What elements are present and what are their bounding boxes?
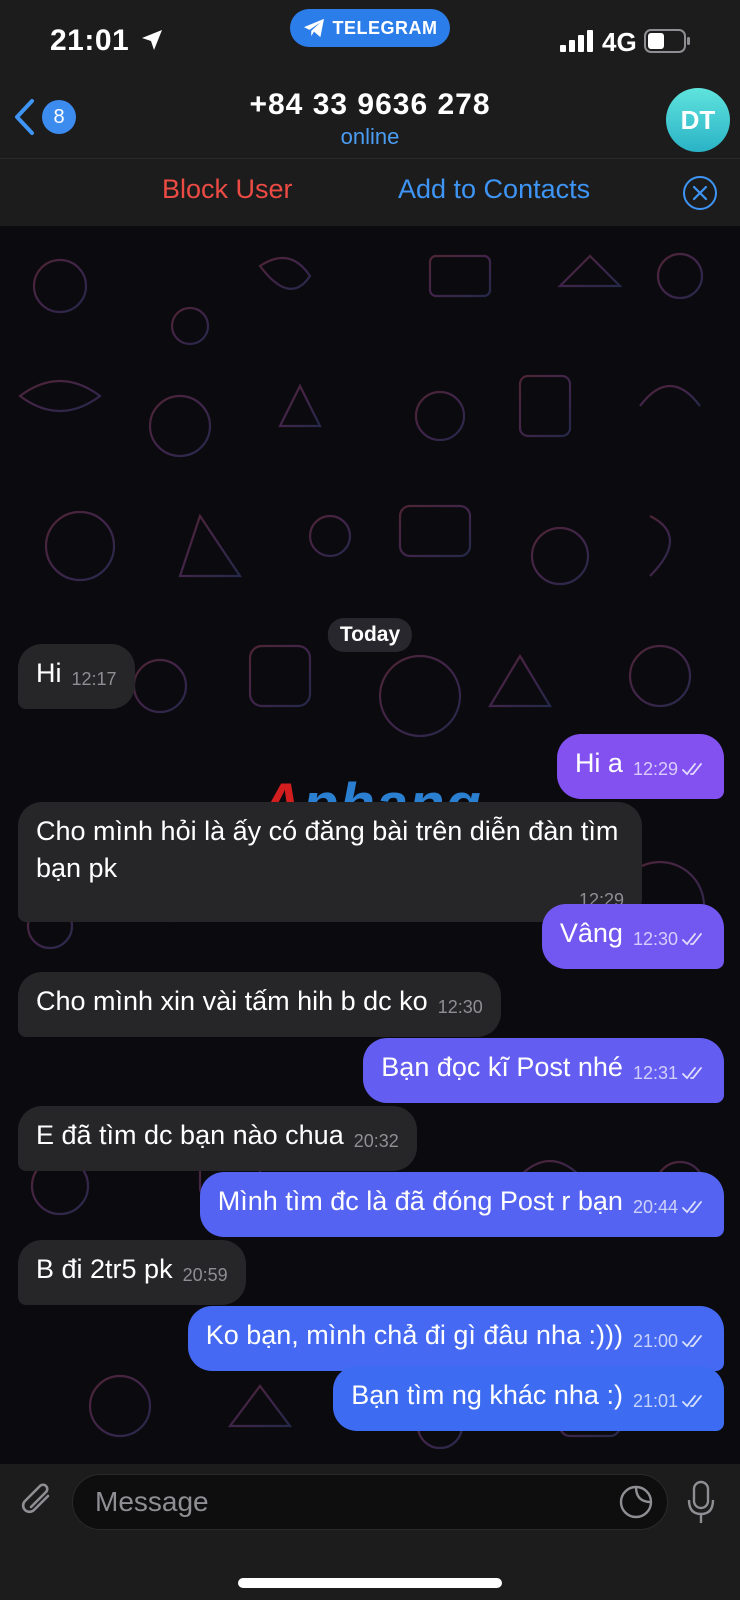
message-meta: 20:32 (354, 1123, 399, 1160)
message-text: Vâng (559, 918, 623, 948)
message-meta: 12:29 (36, 889, 624, 911)
chat-area[interactable]: Aphang Today Hi12:17Hi a12:29Cho mình hỏ… (0, 226, 740, 1464)
incoming-message[interactable]: Hi 12:17 (18, 644, 135, 709)
signal-icon (560, 30, 593, 52)
outgoing-message[interactable]: Vâng 12:30 (541, 904, 724, 969)
avatar[interactable]: DT (666, 88, 730, 152)
message-text: Hi a (574, 748, 623, 778)
double-check-icon (682, 1395, 702, 1408)
incoming-message[interactable]: B đi 2tr5 pk 20:59 (18, 1240, 246, 1305)
message-time: 20:59 (182, 1265, 228, 1285)
contact-title[interactable]: +84 33 9636 278 (0, 88, 740, 122)
outgoing-message[interactable]: Mình tìm đc là đã đóng Post r bạn 20:44 (199, 1172, 724, 1237)
message-meta: 21:01 (633, 1383, 706, 1420)
sticker-icon[interactable] (618, 1484, 654, 1520)
message-meta: 20:44 (633, 1189, 706, 1226)
telegram-pill[interactable]: TELEGRAM (290, 9, 450, 47)
network-type: 4G (602, 27, 637, 57)
double-check-icon (682, 1335, 702, 1348)
telegram-pill-label: TELEGRAM (332, 17, 438, 38)
double-check-icon (682, 763, 702, 776)
message-input[interactable] (72, 1474, 668, 1530)
outgoing-message[interactable]: Bạn đọc kĩ Post nhé 12:31 (363, 1038, 724, 1103)
input-bar (0, 1464, 740, 1600)
double-check-icon (682, 1067, 702, 1080)
message-meta: 12:30 (438, 989, 483, 1026)
message-text: Bạn tìm ng khác nha :) (351, 1380, 623, 1410)
outgoing-message[interactable]: Ko bạn, mình chả đi gì đâu nha :))) 21:00 (187, 1306, 724, 1371)
message-time: 21:00 (632, 1331, 678, 1351)
message-time: 12:30 (437, 997, 483, 1017)
message-text: Ko bạn, mình chả đi gì đâu nha :))) (205, 1320, 623, 1350)
incoming-message[interactable]: Cho mình hỏi là ấy có đăng bài trên diễn… (18, 802, 642, 922)
message-meta: 12:31 (633, 1055, 706, 1092)
message-time: 12:29 (632, 759, 678, 779)
message-text: B đi 2tr5 pk (36, 1254, 173, 1284)
message-time: 20:32 (353, 1131, 399, 1151)
message-meta: 20:59 (183, 1257, 228, 1294)
date-separator: Today (327, 618, 413, 652)
message-meta: 12:17 (72, 661, 117, 698)
message-time: 21:01 (632, 1391, 678, 1411)
home-indicator (238, 1578, 502, 1588)
message-text: Cho mình hỏi là ấy có đăng bài trên diễn… (36, 816, 619, 883)
add-to-contacts-button[interactable]: Add to Contacts (398, 174, 590, 205)
message-meta: 12:29 (633, 751, 706, 788)
outgoing-message[interactable]: Hi a 12:29 (556, 734, 724, 799)
message-text: Bạn đọc kĩ Post nhé (381, 1052, 623, 1082)
status-bar: 21:01 TELEGRAM 4G (0, 0, 740, 84)
contact-action-bar: Block User Add to Contacts (0, 158, 740, 226)
double-check-icon (682, 933, 702, 946)
outgoing-message[interactable]: Bạn tìm ng khác nha :) 21:01 (333, 1366, 724, 1431)
message-meta: 12:30 (633, 921, 706, 958)
message-time: 12:30 (632, 929, 678, 949)
block-user-button[interactable]: Block User (162, 174, 293, 205)
message-time: 20:44 (632, 1197, 678, 1217)
message-time: 12:31 (632, 1063, 678, 1083)
message-text: E đã tìm dc bạn nào chua (36, 1120, 344, 1150)
battery-icon (644, 29, 690, 53)
message-text: Hi (36, 658, 62, 688)
incoming-message[interactable]: Cho mình xin vài tấm hih b dc ko 12:30 (18, 972, 501, 1037)
mic-icon[interactable] (686, 1480, 716, 1526)
message-meta: 21:00 (633, 1323, 706, 1360)
message-text: Cho mình xin vài tấm hih b dc ko (36, 986, 428, 1016)
incoming-message[interactable]: E đã tìm dc bạn nào chua 20:32 (18, 1106, 417, 1171)
message-time: 12:17 (71, 669, 117, 689)
status-time: 21:01 (50, 24, 130, 57)
contact-status: online (340, 124, 400, 149)
close-icon[interactable] (682, 175, 718, 211)
double-check-icon (682, 1201, 702, 1214)
attach-icon[interactable] (18, 1480, 58, 1524)
telegram-plane-icon (303, 18, 324, 38)
chat-header: 8 +84 33 9636 278 online DT (0, 84, 740, 158)
location-arrow-icon (142, 30, 162, 50)
message-text: Mình tìm đc là đã đóng Post r bạn (217, 1186, 623, 1216)
